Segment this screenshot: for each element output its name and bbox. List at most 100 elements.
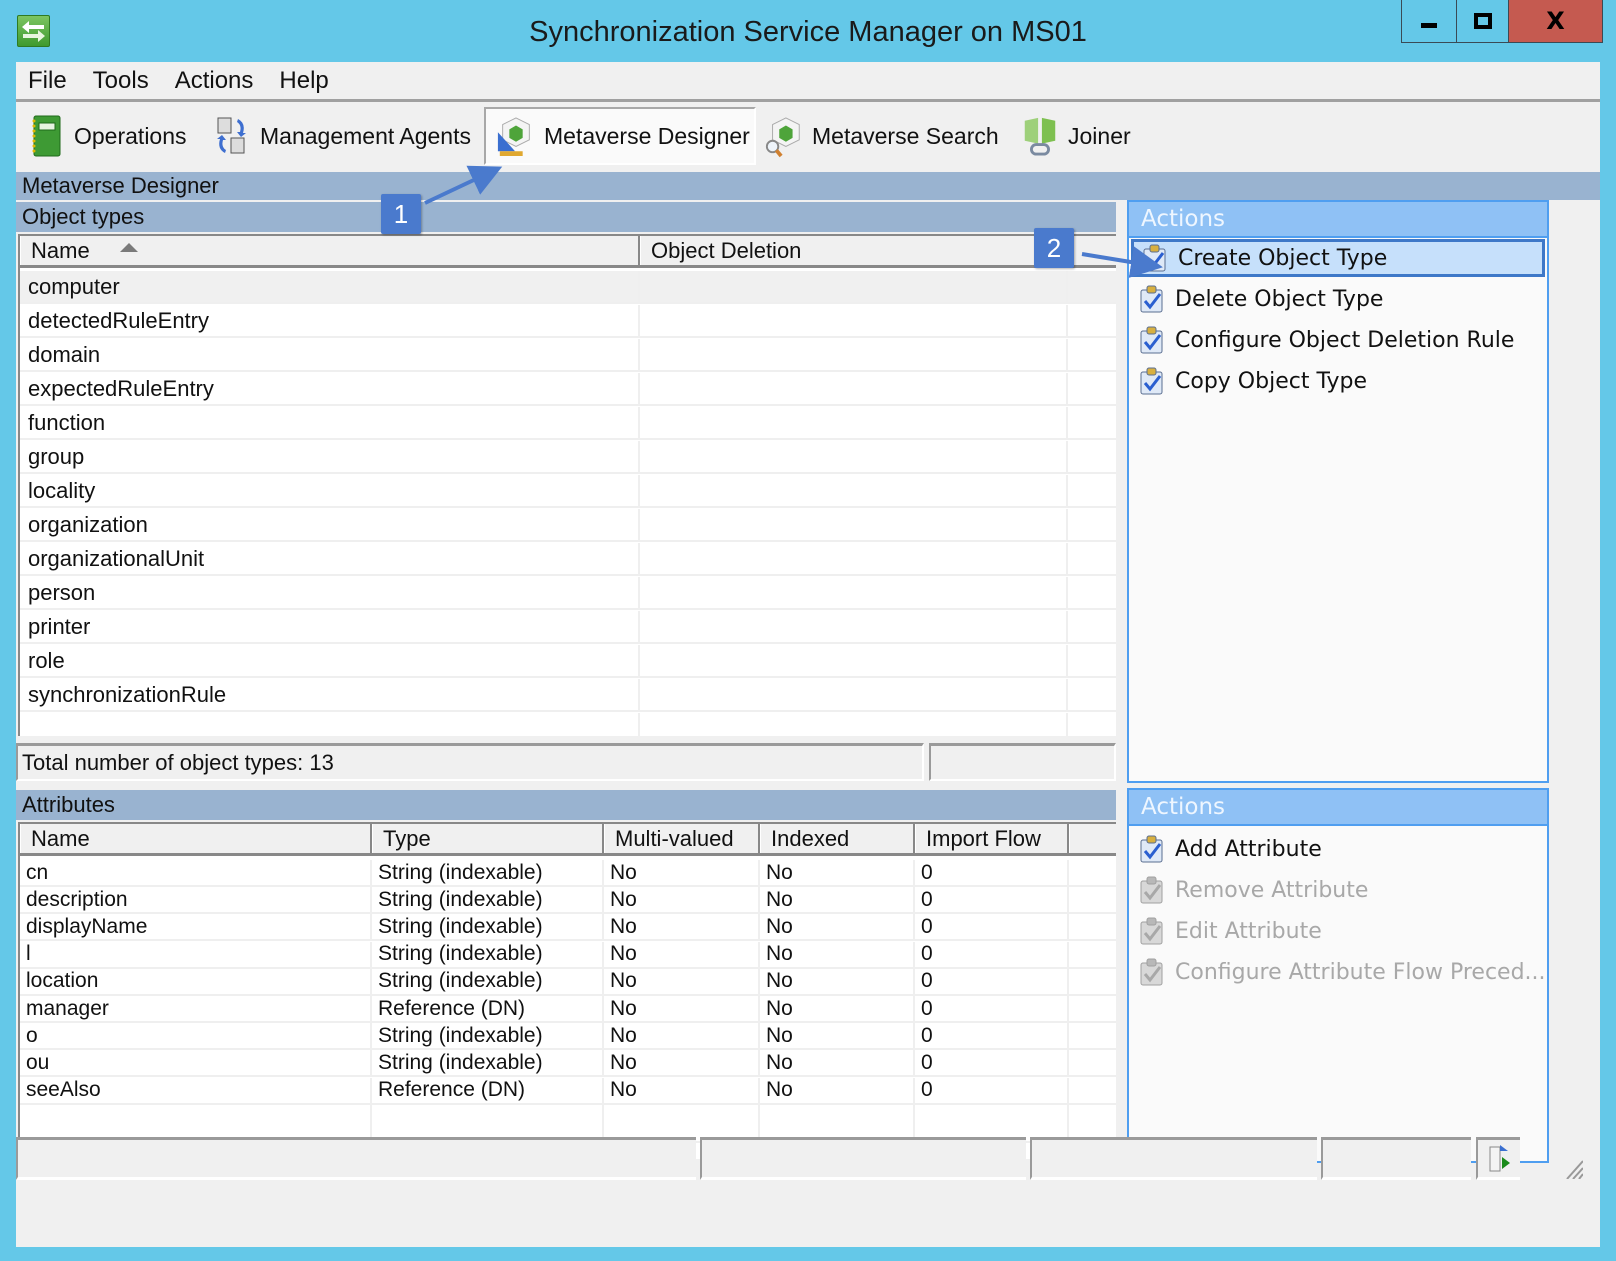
attribute-row[interactable]: location String (indexable) No No 0 [20, 968, 1116, 996]
menu-file[interactable]: File [28, 67, 67, 95]
object-type-row[interactable]: expectedRuleEntry [20, 373, 1116, 406]
attribute-import-flow: 0 [915, 996, 1069, 1021]
action-remove-attribute[interactable]: Remove Attribute [1131, 871, 1545, 909]
object-type-name: organization [20, 509, 640, 540]
object-type-row[interactable]: person [20, 577, 1116, 610]
attribute-import-flow [915, 1104, 1069, 1141]
action-label: Configure Object Deletion Rule [1175, 327, 1515, 353]
attribute-row[interactable]: l String (indexable) No No 0 [20, 941, 1116, 969]
column-header-indexed[interactable]: Indexed [760, 824, 915, 853]
callout-2: 2 [1034, 228, 1074, 268]
clipboard-check-icon [1140, 958, 1163, 986]
object-type-row[interactable]: role [20, 645, 1116, 678]
attribute-multi-valued: No [604, 941, 760, 967]
column-header-import-flow[interactable]: Import Flow [915, 824, 1069, 853]
close-button[interactable]: X [1509, 0, 1602, 42]
menu-actions[interactable]: Actions [175, 67, 254, 95]
object-type-row[interactable]: locality [20, 475, 1116, 508]
column-header-attr-name[interactable]: Name [20, 824, 372, 853]
attribute-indexed: No [760, 968, 915, 994]
attribute-row[interactable]: displayName String (indexable) No No 0 [20, 914, 1116, 942]
column-header-type[interactable]: Type [372, 824, 604, 853]
object-type-row[interactable]: detectedRuleEntry [20, 305, 1116, 338]
filler-cell [1069, 969, 1116, 994]
attribute-import-flow: 0 [915, 914, 1069, 940]
filler-cell [1068, 407, 1116, 438]
attribute-multi-valued [604, 1104, 760, 1141]
joiner-button[interactable]: Joiner [1020, 107, 1131, 165]
object-deletion-cell [640, 645, 1068, 676]
attributes-column-headers: Name Type Multi-valued Indexed Import Fl… [20, 822, 1116, 856]
clipboard-check-icon [1140, 917, 1163, 945]
attribute-multi-valued: No [604, 1023, 760, 1049]
attribute-name: l [20, 941, 372, 967]
object-type-row[interactable]: synchronizationRule [20, 679, 1116, 712]
action-label: Edit Attribute [1175, 918, 1322, 944]
column-header-object-deletion[interactable]: Object Deletion [640, 236, 1068, 265]
filler-cell [1068, 543, 1116, 574]
attribute-row[interactable]: description String (indexable) No No 0 [20, 887, 1116, 915]
maximize-button[interactable] [1457, 0, 1509, 42]
attribute-indexed: No [760, 1050, 915, 1076]
attribute-type: Reference (DN) [372, 996, 604, 1021]
attribute-indexed: No [760, 1077, 915, 1103]
attribute-import-flow: 0 [915, 1023, 1069, 1049]
action-create-object-type[interactable]: Create Object Type [1131, 239, 1545, 277]
object-deletion-cell [640, 373, 1068, 404]
attribute-row[interactable]: manager Reference (DN) No No 0 [20, 996, 1116, 1023]
management-agents-button[interactable]: Management Agents [212, 107, 471, 165]
menu-help[interactable]: Help [279, 67, 328, 95]
object-type-row[interactable]: printer [20, 611, 1116, 644]
minimize-button[interactable] [1402, 0, 1457, 42]
window-title: Synchronization Service Manager on MS01 [529, 16, 1087, 48]
object-types-list[interactable]: Name Object Deletion computer detectedRul… [18, 234, 1116, 736]
attribute-row[interactable]: ou String (indexable) No No 0 [20, 1050, 1116, 1078]
object-deletion-cell [640, 577, 1068, 608]
menu-tools[interactable]: Tools [93, 67, 149, 95]
object-type-row[interactable]: computer [20, 271, 1116, 304]
action-add-attribute[interactable]: Add Attribute [1131, 830, 1545, 868]
attribute-row[interactable]: cn String (indexable) No No 0 [20, 860, 1116, 887]
action-configure-object-deletion-rule[interactable]: Configure Object Deletion Rule [1131, 321, 1545, 359]
section-title: Metaverse Designer [16, 172, 1600, 200]
object-type-row[interactable]: organizationalUnit [20, 543, 1116, 576]
column-header-name[interactable]: Name [20, 236, 640, 265]
empty-row [20, 713, 1116, 736]
sort-ascending-icon [119, 243, 138, 252]
object-deletion-cell [640, 407, 1068, 438]
minimize-icon [1421, 22, 1437, 28]
attribute-name: seeAlso [20, 1077, 372, 1103]
object-type-row[interactable]: function [20, 407, 1116, 440]
metaverse-search-label: Metaverse Search [812, 122, 999, 149]
attribute-name: o [20, 1023, 372, 1049]
filler-cell [1069, 887, 1116, 912]
action-configure-attribute-flow-preced[interactable]: Configure Attribute Flow Preced... [1131, 953, 1546, 991]
attributes-table[interactable]: Name Type Multi-valued Indexed Import Fl… [18, 822, 1116, 1159]
action-delete-object-type[interactable]: Delete Object Type [1131, 280, 1545, 318]
object-type-name: synchronizationRule [20, 679, 640, 710]
attribute-multi-valued: No [604, 914, 760, 940]
metaverse-search-button[interactable]: Metaverse Search [764, 107, 999, 165]
attribute-actions-panel: Actions Add Attribute Remove Attribute Edi… [1127, 788, 1549, 1163]
object-type-row[interactable]: organization [20, 509, 1116, 542]
attributes-header: Attributes [16, 790, 1116, 820]
metaverse-designer-button[interactable]: Metaverse Designer [484, 107, 756, 165]
object-type-name [20, 713, 640, 736]
title-bar: Synchronization Service Manager on MS01 … [0, 0, 1616, 62]
filler-cell [1068, 373, 1116, 404]
resize-grip-icon[interactable] [1563, 1155, 1583, 1179]
attribute-indexed: No [760, 914, 915, 940]
operations-button[interactable]: Operations [26, 107, 187, 165]
attribute-row[interactable]: seeAlso Reference (DN) No No 0 [20, 1077, 1116, 1105]
attribute-name: manager [20, 996, 372, 1021]
attribute-row[interactable]: o String (indexable) No No 0 [20, 1023, 1116, 1051]
object-type-name: organizationalUnit [20, 543, 640, 574]
action-copy-object-type[interactable]: Copy Object Type [1131, 362, 1545, 400]
action-edit-attribute[interactable]: Edit Attribute [1131, 912, 1545, 950]
menu-bar: File Tools Actions Help [16, 62, 1600, 102]
attribute-multi-valued: No [604, 968, 760, 994]
object-type-row[interactable]: group [20, 441, 1116, 474]
object-type-row[interactable]: domain [20, 339, 1116, 372]
joiner-icon [1020, 114, 1060, 158]
column-header-multi-valued[interactable]: Multi-valued [604, 824, 760, 853]
